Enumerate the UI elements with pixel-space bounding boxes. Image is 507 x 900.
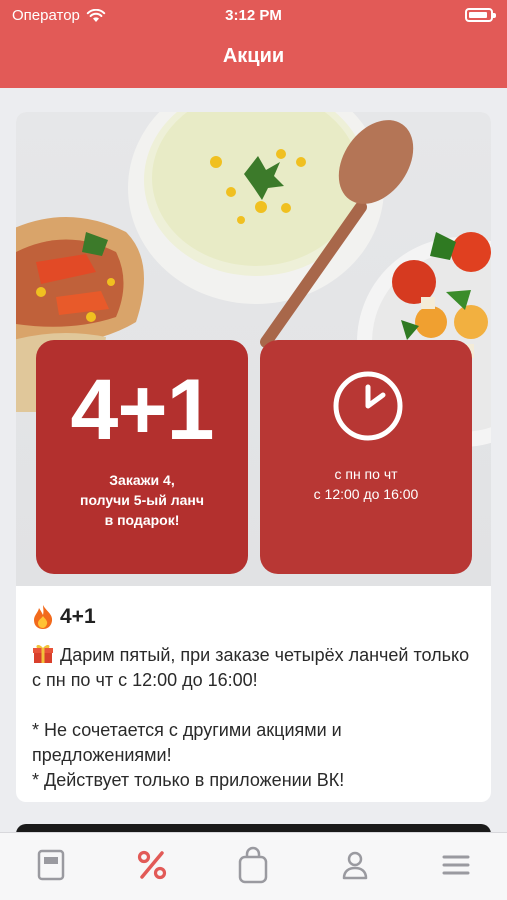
promo-note-1: * Не сочетается с другими акциями и пред…	[32, 720, 342, 765]
menu-book-icon	[37, 849, 64, 880]
promo-card[interactable]: 4+1 Закажи 4, получи 5-ый ланч в подарок…	[16, 112, 491, 802]
tab-promotions[interactable]	[122, 840, 182, 890]
offer-line: получи 5-ый ланч	[80, 492, 204, 508]
schedule-line: с пн по чт	[334, 466, 398, 482]
battery-icon	[465, 8, 496, 22]
promo-tile-schedule: с пн по чт с 12:00 до 16:00	[260, 340, 472, 574]
tab-profile[interactable]	[325, 840, 385, 890]
promo-banner: 4+1 Закажи 4, получи 5-ый ланч в подарок…	[16, 112, 491, 586]
promo-body-text: Дарим пятый, при заказе четырёх ланчей т…	[32, 645, 470, 690]
offer-text: Закажи 4, получи 5-ый ланч в подарок!	[36, 470, 248, 530]
schedule-text: с пн по чт с 12:00 до 16:00	[260, 464, 472, 504]
offer-line: Закажи 4,	[109, 472, 175, 488]
schedule-line: с 12:00 до 16:00	[313, 486, 419, 502]
status-time: 3:12 PM	[225, 7, 282, 24]
promo-note-2: * Действует только в приложении ВК!	[32, 770, 345, 790]
percent-icon	[137, 850, 167, 879]
promo-title-text: 4+1	[60, 605, 96, 628]
clock-icon	[333, 371, 403, 441]
shopping-bag-icon	[239, 846, 268, 883]
hamburger-icon	[442, 855, 470, 874]
promo-description: 4+1 Дарим пятый, при заказе четырёх ланч…	[32, 602, 480, 793]
top-bar: Оператор 3:12 PM Акции	[0, 0, 507, 88]
status-bar: Оператор 3:12 PM	[0, 0, 507, 32]
tab-cart[interactable]	[223, 840, 283, 890]
fire-icon	[34, 605, 53, 629]
tab-menu[interactable]	[21, 840, 81, 890]
tab-bar	[0, 832, 507, 900]
offer-big-text: 4+1	[70, 362, 215, 458]
tab-more[interactable]	[426, 840, 486, 890]
gift-icon	[33, 644, 53, 663]
offer-line: в подарок!	[104, 512, 180, 528]
page-title: Акции	[222, 45, 285, 67]
promotions-screen: Оператор 3:12 PM Акции 4+1 Закажи 4, пол…	[0, 0, 507, 900]
promo-body: Дарим пятый, при заказе четырёх ланчей т…	[32, 642, 480, 793]
promo-tile-offer: 4+1 Закажи 4, получи 5-ый ланч в подарок…	[36, 340, 248, 574]
person-icon	[342, 851, 368, 879]
promo-title: 4+1	[32, 602, 480, 632]
